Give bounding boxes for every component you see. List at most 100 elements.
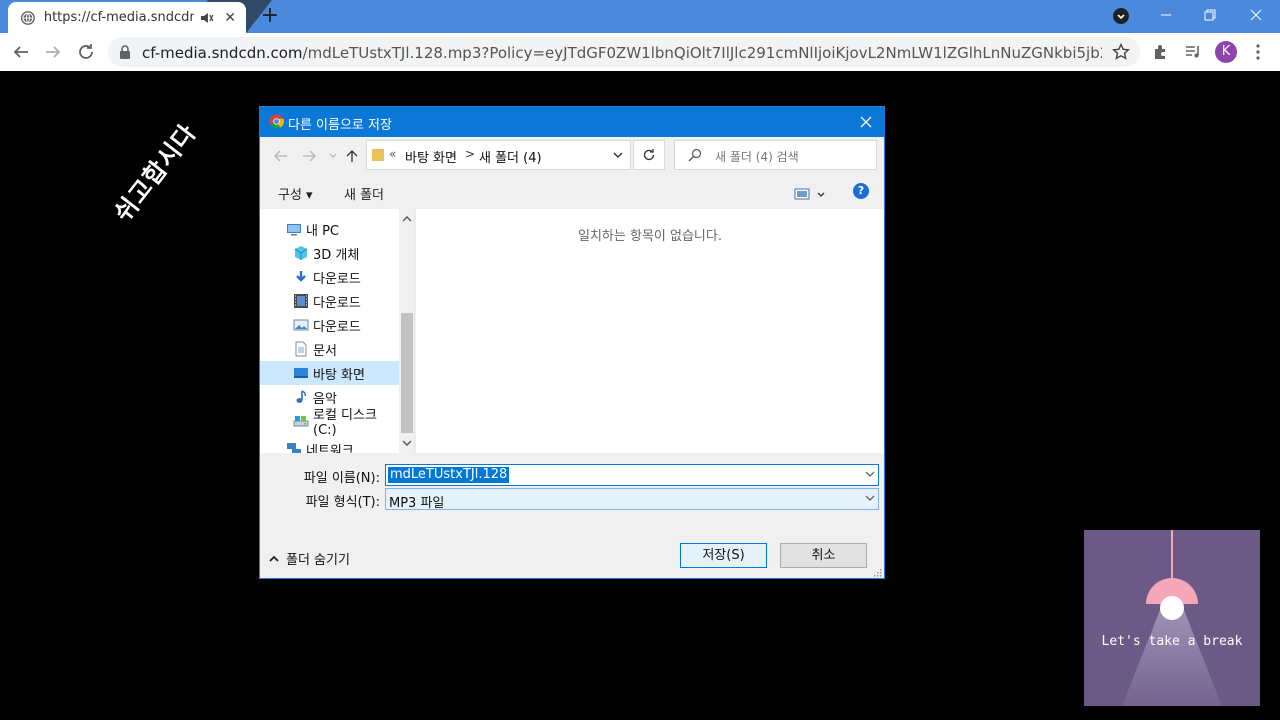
browser-toolbar: cf-media.sndcdn.com/mdLeTUstxTJl.128.mp3… bbox=[0, 33, 1280, 71]
url-path: /mdLeTUstxTJl.128.mp3?Policy=eyJTdGF0ZW1… bbox=[302, 44, 1102, 62]
resize-grip-icon[interactable] bbox=[872, 567, 882, 577]
more-menu-icon[interactable] bbox=[1247, 41, 1269, 63]
screen: https://cf-media.sndcdn.com ✕ + bbox=[0, 0, 1280, 720]
path-overflow-chevron[interactable]: « bbox=[389, 147, 396, 161]
hide-folders-toggle[interactable]: 폴더 숨기기 bbox=[268, 549, 350, 568]
folder-icon bbox=[372, 149, 384, 161]
filetype-select[interactable]: MP3 파일 bbox=[385, 488, 879, 511]
save-button[interactable]: 저장(S) bbox=[680, 543, 767, 568]
address-bar[interactable]: cf-media.sndcdn.com/mdLeTUstxTJl.128.mp3… bbox=[108, 37, 1140, 67]
nav-item-label: 다운로드 bbox=[313, 295, 361, 311]
nav-item-downloads[interactable]: 다운로드 bbox=[260, 265, 400, 289]
window-close-icon[interactable] bbox=[1236, 4, 1276, 26]
media-control-icon[interactable] bbox=[1182, 41, 1204, 63]
tab-strip: https://cf-media.sndcdn.com ✕ + bbox=[0, 0, 1280, 71]
change-view-button[interactable] bbox=[794, 186, 826, 200]
nav-item-label: 내 PC bbox=[306, 223, 340, 239]
scroll-thumb[interactable] bbox=[401, 313, 413, 433]
search-icon bbox=[688, 148, 702, 162]
navigation-scrollbar[interactable] bbox=[399, 209, 414, 453]
nav-item-pictures[interactable]: 다운로드 bbox=[260, 313, 400, 337]
3d-objects-icon bbox=[294, 246, 308, 260]
restore-icon[interactable] bbox=[1190, 4, 1230, 26]
folder-search-input[interactable]: 새 폴더 (4) 검색 bbox=[674, 140, 877, 170]
path-segment-folder[interactable]: 새 폴더 (4) bbox=[479, 147, 542, 166]
documents-icon bbox=[295, 341, 307, 357]
refresh-icon bbox=[643, 149, 655, 161]
network-icon bbox=[287, 443, 301, 453]
cancel-button[interactable]: 취소 bbox=[780, 543, 867, 568]
dialog-command-bar: 구성 ▾ 새 폴더 ? bbox=[260, 177, 884, 207]
dialog-close-icon[interactable] bbox=[856, 112, 876, 132]
filename-input[interactable]: mdLeTUstxTJl.128 bbox=[385, 464, 879, 486]
desktop-icon bbox=[294, 368, 308, 378]
bookmark-star-icon[interactable] bbox=[1112, 43, 1130, 61]
lock-icon[interactable] bbox=[119, 45, 131, 59]
video-icon bbox=[294, 294, 308, 308]
pc-icon bbox=[287, 224, 301, 236]
lamp-light-beam bbox=[1122, 610, 1222, 706]
reload-icon[interactable] bbox=[75, 41, 97, 63]
filetype-label: 파일 형식(T): bbox=[305, 495, 380, 510]
path-dropdown-icon[interactable] bbox=[611, 148, 625, 162]
extensions-icon[interactable] bbox=[1150, 41, 1172, 63]
filename-value: mdLeTUstxTJl.128 bbox=[388, 467, 510, 483]
nav-recent-icon[interactable] bbox=[324, 147, 342, 165]
path-separator[interactable]: > bbox=[465, 147, 475, 161]
tab-title: https://cf-media.sndcdn.com bbox=[43, 10, 195, 25]
back-icon[interactable] bbox=[10, 41, 32, 63]
dialog-nav-bar: « 바탕 화면 > 새 폴더 (4) 새 폴더 (4) 검색 bbox=[260, 137, 884, 173]
navigation-pane: 내 PC 3D 개체 다운로드 다운로드 다운로드 문서 바탕 화면 음악 로컬… bbox=[260, 209, 415, 453]
browser-window: https://cf-media.sndcdn.com ✕ + bbox=[0, 0, 1280, 71]
nav-item-label: 3D 개체 bbox=[313, 247, 360, 263]
organize-menu-button[interactable]: 구성 ▾ bbox=[278, 184, 313, 203]
forward-icon[interactable] bbox=[42, 41, 64, 63]
file-fields: 파일 이름(N): mdLeTUstxTJl.128 파일 형식(T): MP3… bbox=[260, 453, 884, 523]
chevron-up-icon bbox=[269, 555, 279, 562]
new-folder-button[interactable]: 새 폴더 bbox=[344, 184, 384, 203]
nav-item-3d-objects[interactable]: 3D 개체 bbox=[260, 241, 400, 265]
nav-item-network[interactable]: 네트워크 bbox=[260, 437, 400, 453]
nav-forward-icon[interactable] bbox=[300, 147, 318, 165]
nav-item-label: 다운로드 bbox=[313, 271, 361, 287]
nav-item-label: 네트워크 bbox=[306, 443, 354, 454]
nav-item-documents[interactable]: 문서 bbox=[260, 337, 400, 361]
dialog-titlebar[interactable]: 다른 이름으로 저장 bbox=[260, 107, 884, 137]
globe-icon bbox=[20, 10, 35, 25]
lamp-cord bbox=[1171, 530, 1173, 580]
nav-back-icon[interactable] bbox=[272, 147, 290, 165]
minimize-icon[interactable] bbox=[1146, 4, 1186, 26]
path-segment-desktop[interactable]: 바탕 화면 bbox=[405, 147, 457, 166]
help-icon[interactable]: ? bbox=[853, 183, 869, 199]
speaker-icon[interactable] bbox=[200, 11, 214, 25]
nav-item-desktop[interactable]: 바탕 화면 bbox=[260, 361, 400, 385]
scroll-up-icon[interactable] bbox=[399, 211, 414, 227]
profile-avatar[interactable]: K bbox=[1215, 41, 1237, 63]
file-list-pane[interactable]: 일치하는 항목이 없습니다. bbox=[416, 209, 884, 453]
music-icon bbox=[296, 390, 306, 403]
view-icon bbox=[794, 188, 825, 200]
filename-label: 파일 이름(N): bbox=[303, 471, 380, 486]
filename-dropdown-icon[interactable] bbox=[864, 468, 876, 480]
save-as-dialog: 다른 이름으로 저장 « 바탕 화면 > 새 폴더 (4) 새 폴더 (4) 검… bbox=[259, 106, 885, 579]
empty-folder-message: 일치하는 항목이 없습니다. bbox=[578, 229, 722, 244]
nav-item-label: 다운로드 bbox=[313, 319, 361, 335]
pictures-icon bbox=[293, 319, 309, 331]
search-placeholder: 새 폴더 (4) 검색 bbox=[715, 150, 799, 164]
nav-item-videos[interactable]: 다운로드 bbox=[260, 289, 400, 313]
browser-tab[interactable]: https://cf-media.sndcdn.com ✕ bbox=[8, 2, 246, 33]
tab-search-icon[interactable] bbox=[1113, 8, 1129, 24]
refresh-button[interactable] bbox=[633, 140, 665, 170]
tab-close-icon[interactable]: ✕ bbox=[222, 10, 238, 26]
url-text[interactable]: cf-media.sndcdn.com/mdLeTUstxTJl.128.mp3… bbox=[142, 44, 1102, 62]
rest-overlay-text: 쉬고합시다 bbox=[108, 118, 202, 227]
new-tab-icon[interactable]: + bbox=[258, 5, 282, 29]
path-breadcrumb[interactable]: « 바탕 화면 > 새 폴더 (4) bbox=[366, 140, 631, 170]
nav-item-this-pc[interactable]: 내 PC bbox=[260, 217, 400, 241]
scroll-down-icon[interactable] bbox=[399, 435, 414, 451]
filetype-dropdown-icon[interactable] bbox=[864, 492, 876, 504]
break-caption: Let's take a break bbox=[1101, 634, 1243, 649]
nav-item-local-disk[interactable]: 로컬 디스크 (C:) bbox=[260, 408, 400, 438]
filetype-value: MP3 파일 bbox=[389, 496, 445, 511]
nav-up-icon[interactable] bbox=[343, 147, 361, 165]
